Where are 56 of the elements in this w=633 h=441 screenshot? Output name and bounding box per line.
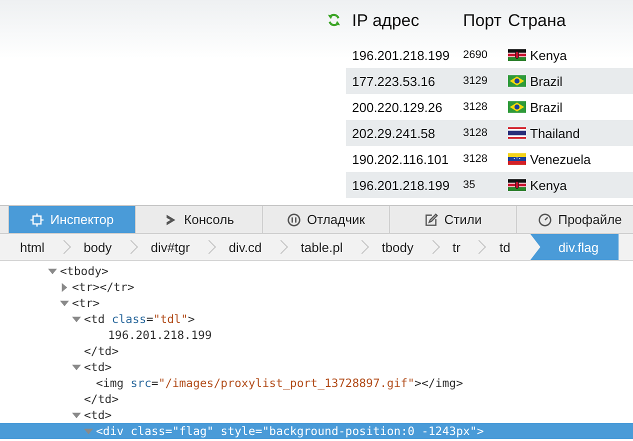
country-cell: Thailand [530, 126, 580, 140]
port-cell-text: 2690 [463, 49, 488, 61]
ip-cell-text: 200.220.129.26 [351, 100, 444, 114]
port-cell-text: 35 [463, 179, 476, 191]
expanded-arrow-icon[interactable] [72, 314, 81, 324]
element-tag[interactable]: <td> [84, 360, 112, 374]
column-header: Порт [463, 11, 503, 31]
text-node[interactable]: 196.201.218.199 [96, 328, 212, 342]
port-cell-text: 3128 [463, 153, 488, 165]
pencil-icon [424, 212, 438, 226]
breadcrumb[interactable]: body [68, 234, 126, 260]
country-cell: Brazil [530, 74, 563, 88]
column-header: IP адрес [351, 11, 420, 31]
flag-icon [508, 101, 526, 113]
ip-cell-text: 196.201.218.199 [351, 48, 451, 62]
country-cell: Kenya [530, 48, 567, 62]
breadcrumb[interactable]: tr [438, 234, 474, 260]
closing-tag[interactable]: </td> [84, 344, 119, 358]
element-tag[interactable]: <td> [84, 408, 112, 422]
country-cell: Venezuela [530, 152, 591, 166]
flag-icon [508, 179, 526, 191]
closing-tag[interactable]: </td> [84, 392, 119, 406]
port-cell-text: 3129 [463, 75, 488, 87]
breadcrumb[interactable]: html [0, 234, 59, 260]
flag-icon [508, 127, 526, 139]
element-tag[interactable]: <tr> [72, 296, 100, 310]
breadcrumb[interactable]: tbody [366, 234, 428, 260]
pause-icon [287, 212, 302, 226]
element-tag[interactable]: <tr></tr> [72, 280, 134, 294]
refresh-icon[interactable] [327, 13, 341, 27]
element-tag[interactable]: <td class="tdl"> [84, 312, 195, 326]
port-cell-text: 3128 [463, 127, 488, 139]
breadcrumb[interactable]: table.pl [286, 234, 357, 260]
expanded-arrow-icon[interactable] [72, 410, 81, 420]
ip-cell-text: 190.202.116.101 [351, 152, 450, 166]
collapsed-arrow-icon[interactable] [60, 282, 69, 292]
breadcrumb[interactable]: div#tgr [136, 234, 204, 260]
ip-cell-text: 177.223.53.16 [351, 74, 436, 88]
element-tag[interactable]: <img src="/images/proxylist_port_13728897.gif"></img> [96, 376, 463, 390]
column-header: Страна [508, 11, 566, 31]
breadcrumb[interactable]: div.cd [214, 234, 276, 260]
flag-icon [508, 153, 526, 165]
country-cell: Brazil [530, 100, 563, 114]
flag-icon [508, 49, 526, 61]
flag-icon [508, 75, 526, 87]
ip-cell-text: 202.29.241.58 [351, 126, 436, 140]
ip-cell-text: 196.201.218.199 [351, 178, 451, 192]
expanded-arrow-icon[interactable] [72, 362, 81, 372]
expanded-arrow-icon[interactable] [48, 266, 57, 276]
box-icon [30, 212, 44, 226]
element-tag[interactable]: <tbody> [60, 264, 108, 278]
expanded-arrow-icon[interactable] [60, 298, 69, 308]
breadcrumb[interactable]: td [484, 234, 524, 260]
port-cell-text: 3128 [463, 101, 488, 113]
gauge-icon [538, 212, 552, 226]
country-cell: Kenya [530, 178, 567, 192]
